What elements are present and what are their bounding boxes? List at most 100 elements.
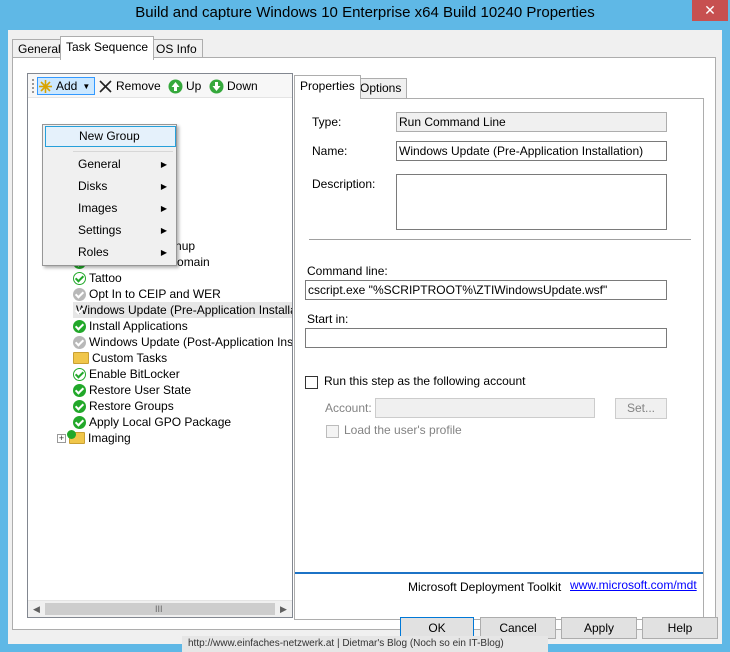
menu-item-label: Images xyxy=(78,201,118,215)
tree-item-label: Install Applications xyxy=(89,319,188,333)
description-field[interactable] xyxy=(396,174,667,230)
title-bar[interactable]: Build and capture Windows 10 Enterprise … xyxy=(0,0,730,28)
command-line-field[interactable]: cscript.exe "%SCRIPTROOT%\ZTIWindowsUpda… xyxy=(305,280,667,300)
tree-item-label: Enable BitLocker xyxy=(89,367,180,381)
tab-options[interactable]: Options xyxy=(354,78,408,98)
success-check-icon xyxy=(73,383,86,397)
up-button[interactable]: Up xyxy=(168,77,201,95)
tab-task-sequence[interactable]: Task Sequence xyxy=(60,36,155,60)
name-label: Name: xyxy=(312,144,348,158)
help-button[interactable]: Help xyxy=(642,617,718,639)
menu-separator xyxy=(73,151,173,152)
tab-os-info[interactable]: OS Info xyxy=(150,39,203,59)
tree-item-windows-update-post[interactable]: Windows Update (Post-Application Install… xyxy=(73,334,292,350)
tab-general[interactable]: General xyxy=(12,39,67,59)
disabled-check-icon xyxy=(73,335,86,349)
menu-item-label: General xyxy=(78,157,121,171)
footer-accent-line xyxy=(295,572,703,574)
tree-horizontal-scrollbar[interactable]: ◀ III ▶ xyxy=(28,600,292,617)
menu-item-label: Roles xyxy=(78,245,109,259)
tree-item-restore-user-state[interactable]: Restore User State xyxy=(73,382,191,398)
start-in-label: Start in: xyxy=(307,312,349,326)
toolkit-label: Microsoft Deployment Toolkit xyxy=(408,580,562,594)
menu-item-roles[interactable]: Roles ▶ xyxy=(45,242,176,263)
scroll-left-icon[interactable]: ◀ xyxy=(28,601,45,618)
menu-item-label: New Group xyxy=(79,129,140,143)
type-label: Type: xyxy=(312,115,342,129)
tree-item-label: Apply Local GPO Package xyxy=(89,415,232,429)
down-button[interactable]: Down xyxy=(209,77,258,95)
scroll-grip: III xyxy=(155,604,163,614)
submenu-arrow-icon: ▶ xyxy=(160,204,167,213)
remove-x-icon xyxy=(98,79,113,94)
apply-button[interactable]: Apply xyxy=(561,617,637,639)
check-outline-icon xyxy=(73,271,86,285)
remove-button[interactable]: Remove xyxy=(98,77,161,95)
success-check-icon xyxy=(73,399,86,413)
expand-plus-icon[interactable]: + xyxy=(57,433,66,443)
menu-item-label: Disks xyxy=(78,179,108,193)
tree-toolbar: Add ▼ Remove Up Down xyxy=(28,74,292,98)
properties-page: Type: Run Command Line Name: Windows Upd… xyxy=(294,98,704,620)
command-line-label: Command line: xyxy=(307,264,388,278)
tree-item-label: Tattoo xyxy=(89,271,122,285)
start-in-field[interactable] xyxy=(305,328,667,348)
tree-item-label: Restore User State xyxy=(89,383,192,397)
tree-item-imaging[interactable]: + Imaging xyxy=(57,430,131,446)
folder-check-icon xyxy=(67,430,76,439)
tree-item-custom-tasks[interactable]: Custom Tasks xyxy=(73,350,167,366)
tab-properties[interactable]: Properties xyxy=(294,75,361,99)
down-label: Down xyxy=(227,79,258,93)
add-label: Add xyxy=(56,79,78,93)
remove-label: Remove xyxy=(116,79,161,93)
run-as-label: Run this step as the following account xyxy=(324,374,526,388)
type-field: Run Command Line xyxy=(396,112,667,132)
window-title: Build and capture Windows 10 Enterprise … xyxy=(135,4,595,21)
section-divider xyxy=(309,239,691,240)
name-field[interactable]: Windows Update (Pre-Application Installa… xyxy=(396,141,667,161)
tree-item-tattoo[interactable]: Tattoo xyxy=(73,270,122,286)
tree-item-label: Windows Update (Post-Application Install… xyxy=(89,335,292,349)
tree-item-label: Imaging xyxy=(88,431,131,445)
add-dropdown-menu: New Group General ▶ Disks ▶ Images ▶ Set… xyxy=(42,124,177,266)
tree-item-label: Restore Groups xyxy=(89,399,174,413)
menu-item-settings[interactable]: Settings ▶ xyxy=(45,220,176,241)
tree-item-install-applications[interactable]: Install Applications xyxy=(73,318,188,334)
success-check-icon xyxy=(73,319,86,333)
menu-item-disks[interactable]: Disks ▶ xyxy=(45,176,176,197)
set-button: Set... xyxy=(615,398,667,419)
disabled-check-icon xyxy=(73,287,86,301)
step-properties-pane: Properties Options Type: Run Command Lin… xyxy=(294,75,704,620)
tree-item-apply-local-gpo[interactable]: Apply Local GPO Package xyxy=(73,414,231,430)
tree-item-windows-update-pre[interactable]: Windows Update (Pre-Application Installa… xyxy=(73,302,292,318)
submenu-arrow-icon: ▶ xyxy=(160,248,167,257)
add-button[interactable]: Add ▼ xyxy=(37,77,95,95)
tree-item-label: Windows Update (Pre-Application Installa… xyxy=(76,303,292,317)
folder-icon xyxy=(73,352,89,364)
mdt-link[interactable]: www.microsoft.com/mdt xyxy=(570,578,697,592)
load-profile-label: Load the user's profile xyxy=(344,423,462,437)
add-star-icon xyxy=(38,79,53,94)
blog-watermark: http://www.einfaches-netzwerk.at | Dietm… xyxy=(182,636,548,652)
tree-item-enable-bitlocker[interactable]: Enable BitLocker xyxy=(73,366,180,382)
account-field xyxy=(375,398,595,418)
menu-item-general[interactable]: General ▶ xyxy=(45,154,176,175)
arrow-up-icon xyxy=(168,79,183,94)
up-label: Up xyxy=(186,79,202,93)
scroll-right-icon[interactable]: ▶ xyxy=(275,601,292,618)
properties-window: Build and capture Windows 10 Enterprise … xyxy=(0,0,730,652)
tree-item-opt-in-ceip[interactable]: Opt In to CEIP and WER xyxy=(73,286,221,302)
menu-item-new-group[interactable]: New Group xyxy=(45,126,176,147)
tree-item-label: Opt In to CEIP and WER xyxy=(89,287,221,301)
submenu-arrow-icon: ▶ xyxy=(160,160,167,169)
close-button[interactable]: ✕ xyxy=(692,0,728,21)
tree-item-restore-groups[interactable]: Restore Groups xyxy=(73,398,174,414)
scroll-thumb[interactable]: III xyxy=(45,603,275,615)
close-icon: ✕ xyxy=(704,2,716,18)
submenu-arrow-icon: ▶ xyxy=(160,226,167,235)
run-as-checkbox[interactable] xyxy=(305,376,318,389)
arrow-down-icon xyxy=(209,79,224,94)
check-outline-icon xyxy=(73,367,86,381)
folder-icon xyxy=(67,430,85,444)
menu-item-images[interactable]: Images ▶ xyxy=(45,198,176,219)
